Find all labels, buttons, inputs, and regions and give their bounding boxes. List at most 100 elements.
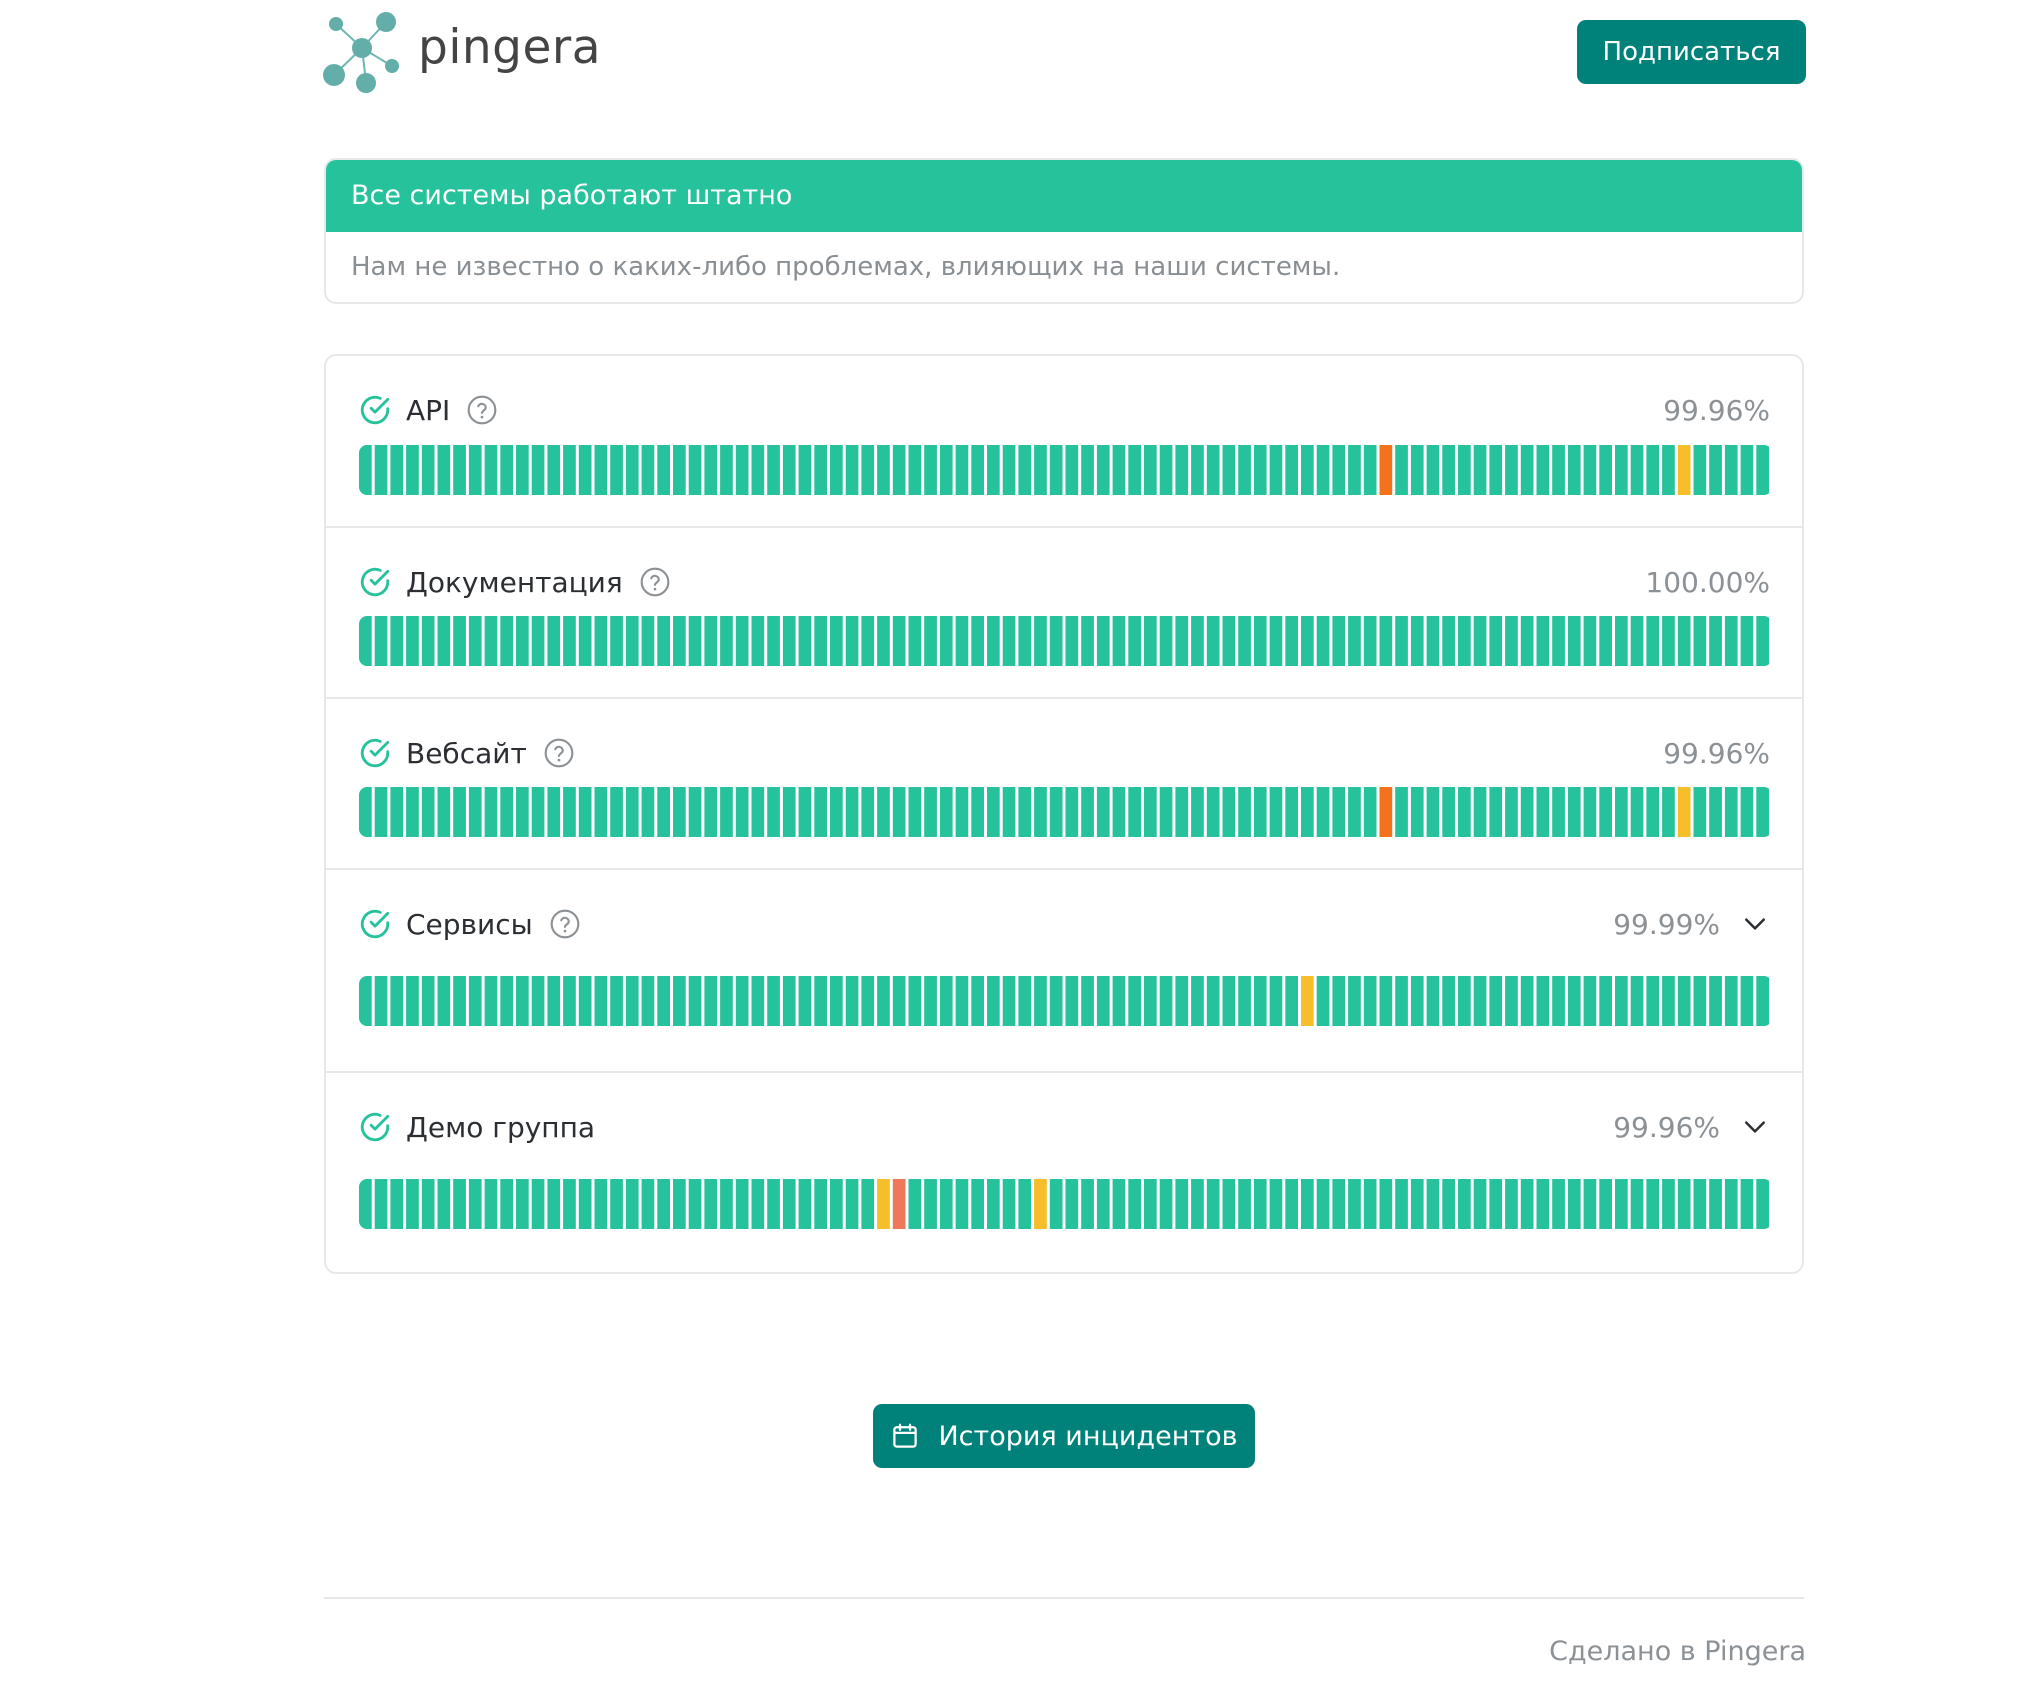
uptime-day-bar-ok[interactable] <box>453 787 466 837</box>
uptime-day-bar-ok[interactable] <box>688 787 702 837</box>
uptime-day-bar-ok[interactable] <box>484 616 498 666</box>
uptime-day-bar-ok[interactable] <box>1567 1179 1581 1229</box>
uptime-day-bar-ok[interactable] <box>625 976 639 1026</box>
uptime-day-bar-ok[interactable] <box>1301 445 1314 495</box>
uptime-day-bar-ok[interactable] <box>1442 976 1455 1026</box>
uptime-day-bar-ok[interactable] <box>484 445 498 495</box>
uptime-day-bar-ok[interactable] <box>1458 976 1471 1026</box>
uptime-day-bar-ok[interactable] <box>1662 616 1675 666</box>
uptime-day-bar-ok[interactable] <box>704 616 718 666</box>
uptime-day-bar-ok[interactable] <box>1175 445 1189 495</box>
uptime-day-bar-ok[interactable] <box>453 616 466 666</box>
uptime-day-bar-ok[interactable] <box>625 445 639 495</box>
uptime-day-bar-ok[interactable] <box>673 787 686 837</box>
uptime-day-bar-ok[interactable] <box>531 445 545 495</box>
uptime-day-bar-ok[interactable] <box>1693 445 1707 495</box>
uptime-day-bar-ok[interactable] <box>1724 1179 1738 1229</box>
uptime-day-bar-ok[interactable] <box>547 787 561 837</box>
uptime-day-bar-ok[interactable] <box>1316 1179 1330 1229</box>
uptime-day-bar-ok[interactable] <box>406 787 419 837</box>
uptime-day-bar-ok[interactable] <box>1395 1179 1408 1229</box>
uptime-day-bar-ok[interactable] <box>1520 445 1534 495</box>
uptime-day-bar-ok[interactable] <box>1285 976 1298 1026</box>
uptime-day-bar-ok[interactable] <box>594 976 608 1026</box>
uptime-day-bar-ok[interactable] <box>1740 787 1754 837</box>
uptime-day-bar-ok[interactable] <box>1002 445 1016 495</box>
uptime-day-bar-ok[interactable] <box>987 445 1000 495</box>
uptime-day-bar-ok[interactable] <box>1505 445 1518 495</box>
uptime-day-bar-ok[interactable] <box>751 616 765 666</box>
uptime-day-bar-ok[interactable] <box>908 787 922 837</box>
uptime-day-bar-ok[interactable] <box>1159 976 1173 1026</box>
uptime-day-bar-ok[interactable] <box>421 787 435 837</box>
uptime-day-bar-ok[interactable] <box>987 616 1000 666</box>
uptime-day-bar-ok[interactable] <box>421 976 435 1026</box>
uptime-day-bar-ok[interactable] <box>1065 445 1079 495</box>
uptime-day-bar-ok[interactable] <box>688 445 702 495</box>
uptime-day-bar-ok[interactable] <box>1473 445 1487 495</box>
uptime-day-bar-ok[interactable] <box>830 787 843 837</box>
uptime-day-bar-ok[interactable] <box>1018 445 1032 495</box>
uptime-day-bar-ok[interactable] <box>798 445 812 495</box>
uptime-day-bar-ok[interactable] <box>1144 445 1157 495</box>
uptime-day-bar-ok[interactable] <box>594 616 608 666</box>
uptime-day-bar-ok[interactable] <box>563 1179 576 1229</box>
uptime-day-bar-ok[interactable] <box>1159 787 1173 837</box>
uptime-day-bar-ok[interactable] <box>751 1179 765 1229</box>
uptime-day-bar-ok[interactable] <box>1065 1179 1079 1229</box>
uptime-day-bar-ok[interactable] <box>1128 976 1141 1026</box>
uptime-day-bar-ok[interactable] <box>1379 976 1393 1026</box>
uptime-day-bar-ok[interactable] <box>1505 616 1518 666</box>
uptime-day-bar-ok[interactable] <box>1348 1179 1361 1229</box>
uptime-day-bar-ok[interactable] <box>1175 787 1189 837</box>
uptime-day-bar-ok[interactable] <box>1238 976 1251 1026</box>
uptime-day-bar-ok[interactable] <box>798 976 812 1026</box>
uptime-day-bar-ok[interactable] <box>1740 976 1754 1026</box>
uptime-day-bar-ok[interactable] <box>1049 445 1063 495</box>
uptime-day-bar-ok[interactable] <box>500 1179 513 1229</box>
uptime-day-bar-ok[interactable] <box>1505 976 1518 1026</box>
uptime-day-bar-ok[interactable] <box>390 976 404 1026</box>
uptime-day-bar-ok[interactable] <box>1693 1179 1707 1229</box>
uptime-day-bar-ok[interactable] <box>1191 1179 1204 1229</box>
uptime-day-bar-ok[interactable] <box>594 1179 608 1229</box>
uptime-day-bar-ok[interactable] <box>1630 1179 1644 1229</box>
uptime-day-bar-ok[interactable] <box>1269 445 1283 495</box>
uptime-day-bar-ok[interactable] <box>1301 787 1314 837</box>
uptime-day-bar-ok[interactable] <box>767 976 780 1026</box>
uptime-day-bar-ok[interactable] <box>578 976 592 1026</box>
component-services[interactable]: Сервисы 99.99% <box>326 870 1802 1073</box>
uptime-day-bar-ok[interactable] <box>861 616 875 666</box>
uptime-day-bar-ok[interactable] <box>1536 445 1550 495</box>
uptime-day-bar-ok[interactable] <box>516 1179 529 1229</box>
uptime-day-bar-ok[interactable] <box>1222 976 1236 1026</box>
uptime-day-bar-ok[interactable] <box>688 1179 702 1229</box>
uptime-day-bar-ok[interactable] <box>437 445 451 495</box>
uptime-day-bar-ok[interactable] <box>1363 976 1377 1026</box>
help-circle-icon[interactable] <box>639 566 671 598</box>
uptime-day-bar-ok[interactable] <box>1552 616 1565 666</box>
uptime-day-bar-ok[interactable] <box>1489 445 1503 495</box>
uptime-day-bar-ok[interactable] <box>1363 616 1377 666</box>
uptime-day-bar-ok[interactable] <box>704 445 718 495</box>
uptime-day-bar-ok[interactable] <box>1002 1179 1016 1229</box>
uptime-day-bar-ok[interactable] <box>437 1179 451 1229</box>
uptime-day-bar-ok[interactable] <box>1175 976 1189 1026</box>
uptime-day-bar-ok[interactable] <box>484 976 498 1026</box>
uptime-day-bar-ok[interactable] <box>767 445 780 495</box>
uptime-day-bar-ok[interactable] <box>547 1179 561 1229</box>
uptime-day-bar-ok[interactable] <box>1222 445 1236 495</box>
uptime-day-bar-ok[interactable] <box>939 445 953 495</box>
uptime-day-bar-ok[interactable] <box>563 616 576 666</box>
uptime-day-bar-ok[interactable] <box>955 445 969 495</box>
uptime-day-bar-ok[interactable] <box>845 1179 859 1229</box>
uptime-day-bar-ok[interactable] <box>1552 976 1565 1026</box>
uptime-day-bar-partial[interactable] <box>1034 1179 1047 1229</box>
uptime-day-bar-ok[interactable] <box>892 787 906 837</box>
uptime-day-bar-ok[interactable] <box>1583 976 1597 1026</box>
uptime-day-bar-ok[interactable] <box>531 787 545 837</box>
uptime-day-bar-ok[interactable] <box>1222 1179 1236 1229</box>
uptime-day-bar-ok[interactable] <box>453 445 466 495</box>
uptime-day-bar-ok[interactable] <box>1567 787 1581 837</box>
uptime-day-bar-ok[interactable] <box>1206 1179 1220 1229</box>
